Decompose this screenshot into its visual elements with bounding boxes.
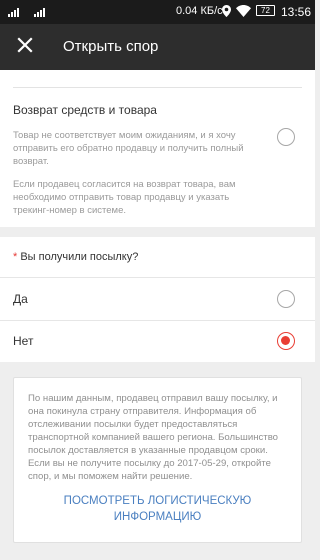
option-no-radio[interactable]	[277, 332, 295, 350]
page-title: Открыть спор	[63, 38, 159, 55]
required-mark: *	[13, 251, 18, 263]
info-text: По нашим данным, продавец отправил вашу …	[28, 393, 279, 482]
refund-option-card[interactable]: Возврат средств и товара Товар не соотве…	[0, 70, 315, 227]
package-question-label: * Вы получили посылку?	[13, 251, 138, 263]
package-question-card: * Вы получили посылку? Да Нет	[0, 237, 315, 362]
signal-icon	[34, 5, 45, 17]
divider	[13, 87, 302, 88]
battery-icon: 72	[256, 5, 275, 16]
refund-option-radio[interactable]	[277, 128, 295, 146]
wifi-icon	[236, 5, 251, 17]
logistics-info-link[interactable]: ПОСМОТРЕТЬ ЛОГИСТИЧЕСКУЮ ИНФОРМАЦИЮ	[24, 493, 291, 525]
option-yes-label: Да	[13, 292, 28, 306]
status-bar: 0.04 КБ/с 72 13:56	[0, 0, 315, 24]
question-text: Вы получили посылку?	[20, 251, 139, 263]
refund-option-note: Если продавец согласится на возврат това…	[13, 179, 236, 216]
signal-icon	[8, 5, 19, 17]
clock: 13:56	[281, 5, 312, 19]
option-no[interactable]: Нет	[0, 321, 315, 362]
refund-option-title: Возврат средств и товара	[13, 103, 157, 117]
close-icon[interactable]	[13, 33, 37, 57]
battery-level: 72	[261, 6, 270, 15]
option-yes-radio[interactable]	[277, 290, 295, 308]
option-no-label: Нет	[13, 334, 34, 348]
app-bar: Открыть спор	[0, 24, 315, 70]
refund-option-description: Товар не соответствует моим ожиданиям, и…	[13, 130, 244, 167]
location-icon	[222, 5, 231, 17]
info-card: По нашим данным, продавец отправил вашу …	[13, 377, 302, 543]
option-yes[interactable]: Да	[0, 278, 315, 319]
network-speed: 0.04 КБ/с	[176, 5, 223, 17]
